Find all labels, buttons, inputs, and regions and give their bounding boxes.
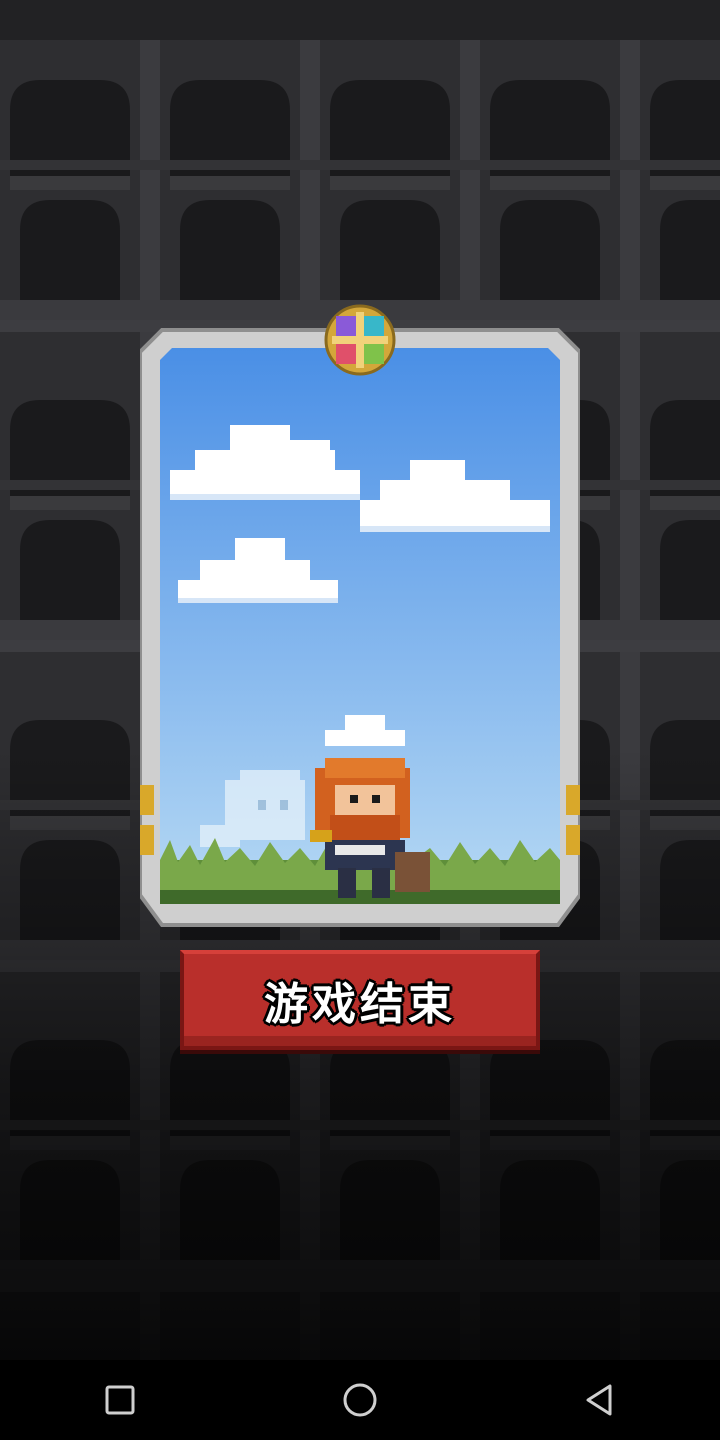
emblem-gem-icon xyxy=(324,304,396,376)
back-button[interactable] xyxy=(570,1370,630,1430)
game-over-button[interactable]: 游戏结束 xyxy=(180,950,540,1050)
recent-apps-button[interactable] xyxy=(90,1370,150,1430)
square-icon xyxy=(105,1385,135,1415)
triangle-back-icon xyxy=(586,1384,612,1416)
character-card[interactable] xyxy=(140,300,580,935)
game-over-label: 游戏结束 xyxy=(264,979,456,1030)
home-button[interactable] xyxy=(330,1370,390,1430)
circle-icon xyxy=(343,1383,377,1417)
system-navigation-bar xyxy=(0,1360,720,1440)
